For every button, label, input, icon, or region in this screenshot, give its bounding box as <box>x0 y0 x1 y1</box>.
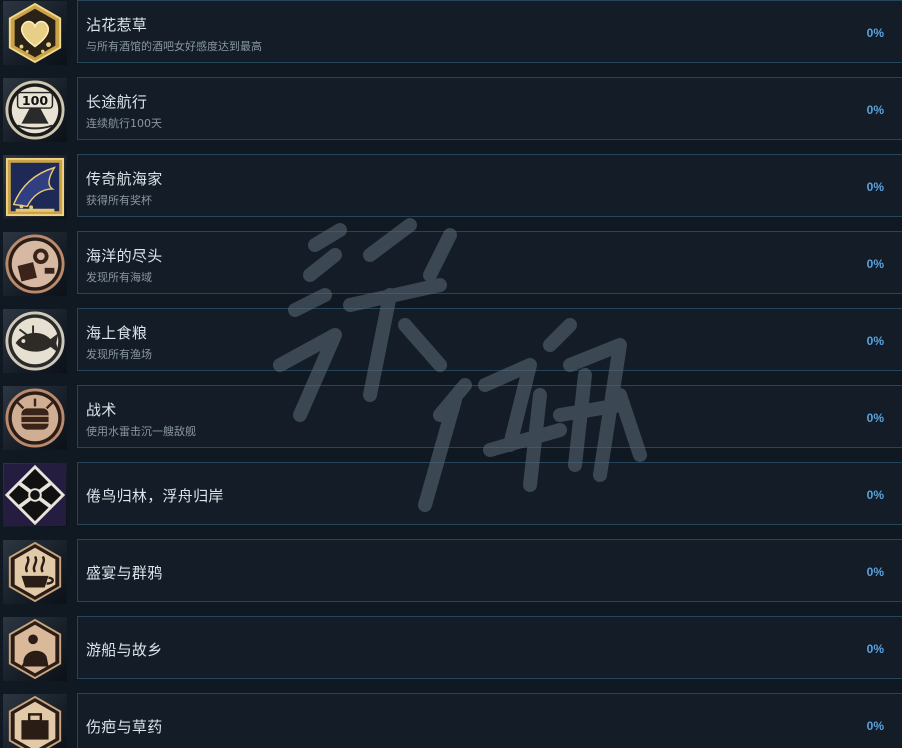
achievement-panel: 长途航行 连续航行100天 0% <box>77 77 902 140</box>
achievement-description: 使用水雷击沉一艘敌舰 <box>86 425 196 438</box>
achievement-percent: 0% <box>866 103 884 117</box>
achievement-row[interactable]: 沾花惹草 与所有酒馆的酒吧女好感度达到最高 0% <box>0 0 902 66</box>
achievement-percent: 0% <box>866 411 884 425</box>
achievement-panel: 海洋的尽头 发现所有海域 0% <box>77 231 902 294</box>
achievement-panel: 传奇航海家 获得所有奖杯 0% <box>77 154 902 217</box>
achievement-row[interactable]: 盛宴与群鸦 0% <box>0 539 902 605</box>
achievement-percent: 0% <box>866 642 884 656</box>
achievement-percent: 0% <box>866 180 884 194</box>
achievement-title: 海洋的尽头 <box>86 247 163 265</box>
fish-icon <box>3 309 67 373</box>
steaming-cup-icon <box>3 540 67 604</box>
achievement-row[interactable]: 倦鸟归林，浮舟归岸 0% <box>0 462 902 528</box>
golden-whale-trophy-icon <box>3 155 67 219</box>
achievement-percent: 0% <box>866 719 884 733</box>
achievement-description: 获得所有奖杯 <box>86 194 152 207</box>
achievement-row[interactable]: 战术 使用水雷击沉一艘敌舰 0% <box>0 385 902 451</box>
achievement-title: 战术 <box>86 401 117 419</box>
achievement-row[interactable]: 100 长途航行 连续航行100天 0% <box>0 77 902 143</box>
achievement-description: 发现所有渔场 <box>86 348 152 361</box>
achievement-panel: 海上食粮 发现所有渔场 0% <box>77 308 902 371</box>
achievement-title: 海上食粮 <box>86 324 148 342</box>
achievement-title: 伤疤与草药 <box>86 718 163 736</box>
achievement-description: 发现所有海域 <box>86 271 152 284</box>
achievement-list: 沾花惹草 与所有酒馆的酒吧女好感度达到最高 0% 100 长途航行 连续航行10… <box>0 0 902 748</box>
achievement-row[interactable]: 海洋的尽头 发现所有海域 0% <box>0 231 902 297</box>
achievement-percent: 0% <box>866 488 884 502</box>
achievement-title: 沾花惹草 <box>86 16 148 34</box>
achievement-title: 倦鸟归林，浮舟归岸 <box>86 487 224 505</box>
silhouette-scene-icon <box>3 617 67 681</box>
achievement-row[interactable]: 游船与故乡 0% <box>0 616 902 682</box>
crossed-swords-diamond-icon <box>3 463 67 527</box>
achievement-percent: 0% <box>866 565 884 579</box>
achievement-description: 连续航行100天 <box>86 117 162 130</box>
achievement-percent: 0% <box>866 257 884 271</box>
spyglass-map-icon <box>3 232 67 296</box>
achievement-row[interactable]: 海上食粮 发现所有渔场 0% <box>0 308 902 374</box>
achievement-panel: 伤疤与草药 0% <box>77 693 902 748</box>
achievement-title: 长途航行 <box>86 93 148 111</box>
achievement-row[interactable]: 伤疤与草药 0% <box>0 693 902 748</box>
voyage-100-icon: 100 <box>3 78 67 142</box>
achievement-panel: 游船与故乡 0% <box>77 616 902 679</box>
gold-heart-icon <box>3 1 67 65</box>
achievement-panel: 倦鸟归林，浮舟归岸 0% <box>77 462 902 525</box>
medicine-chest-icon <box>3 694 67 748</box>
achievement-description: 与所有酒馆的酒吧女好感度达到最高 <box>86 40 262 53</box>
achievement-percent: 0% <box>866 334 884 348</box>
achievement-title: 盛宴与群鸦 <box>86 564 163 582</box>
achievement-title: 游船与故乡 <box>86 641 163 659</box>
achievement-title: 传奇航海家 <box>86 170 163 188</box>
sea-mine-barrel-icon <box>3 386 67 450</box>
achievement-percent: 0% <box>866 26 884 40</box>
achievement-panel: 战术 使用水雷击沉一艘敌舰 0% <box>77 385 902 448</box>
achievement-row[interactable]: 传奇航海家 获得所有奖杯 0% <box>0 154 902 220</box>
achievement-panel: 盛宴与群鸦 0% <box>77 539 902 602</box>
achievement-panel: 沾花惹草 与所有酒馆的酒吧女好感度达到最高 0% <box>77 0 902 63</box>
svg-text:100: 100 <box>22 93 49 108</box>
